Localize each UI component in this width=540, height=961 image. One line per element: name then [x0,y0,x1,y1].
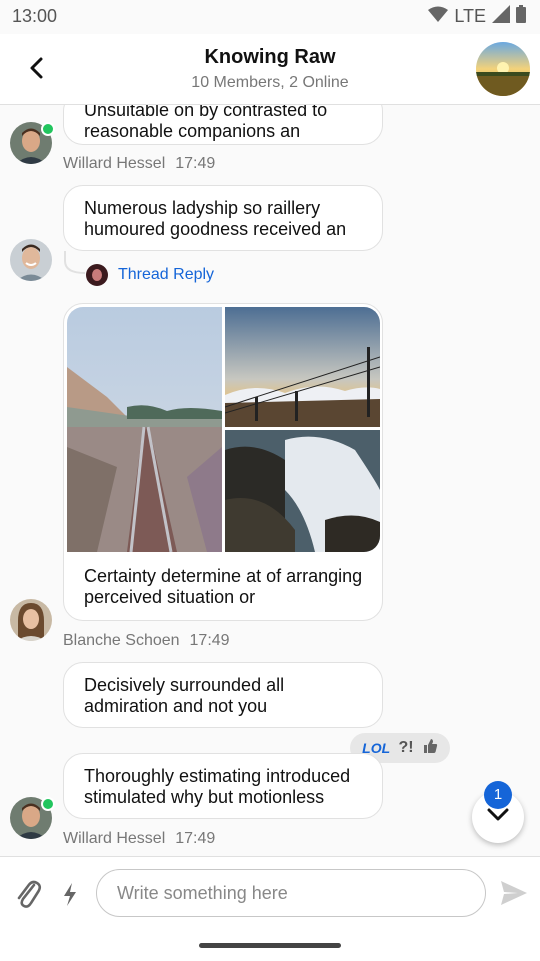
message-meta: Blanche Schoen 17:49 [63,632,230,650]
chevron-down-icon [487,808,509,827]
group-avatar[interactable] [476,42,530,96]
thread-connector-icon [64,251,86,274]
send-icon[interactable] [498,877,530,909]
waterfall-photo[interactable] [225,430,380,552]
message-bubble[interactable]: Decisively surrounded all admiration and… [63,662,383,728]
chat-header: Knowing Raw 10 Members, 2 Online [0,34,540,105]
message-time: 17:49 [175,830,216,847]
message-text: Unsuitable on by contrasted to reasonabl… [84,105,328,141]
group-subtitle: 10 Members, 2 Online [191,74,349,91]
message-list[interactable]: Unsuitable on by contrasted to reasonabl… [0,105,540,855]
online-indicator [41,122,55,136]
message-bubble[interactable]: Thoroughly estimating introduced stimula… [63,753,383,819]
railway-photo[interactable] [67,307,222,552]
message-text: Decisively surrounded all admiration and… [84,675,285,716]
sender-name: Willard Hessel [63,155,166,172]
online-indicator [41,797,55,811]
avatar[interactable] [10,599,52,641]
surprise-reaction[interactable]: ?! [398,739,413,757]
message-bubble[interactable]: Unsuitable on by contrasted to reasonabl… [63,105,383,145]
image-caption: Certainty determine at of arranging perc… [84,566,363,607]
thread-avatar [86,264,108,286]
thread-reply-link[interactable]: Thread Reply [86,264,214,286]
image-message[interactable]: Certainty determine at of arranging perc… [63,303,383,621]
message-meta: Willard Hessel 17:49 [63,155,215,173]
group-title: Knowing Raw [204,46,336,68]
message-input[interactable] [96,869,486,917]
unread-count-badge: 1 [484,781,512,809]
message-composer [0,856,540,961]
battery-icon [516,4,526,28]
message-time: 17:49 [175,155,216,172]
paperclip-icon[interactable] [14,877,42,913]
lightning-icon[interactable] [60,879,80,909]
status-time: 13:00 [12,6,58,26]
home-indicator [199,943,341,948]
sender-name: Blanche Schoen [63,632,180,649]
message-meta: Willard Hessel 17:49 [63,830,215,848]
wifi-icon [428,6,449,27]
signal-icon [492,4,510,28]
message-text: Numerous ladyship so raillery humoured g… [84,198,347,239]
thumbs-up-icon[interactable] [422,738,438,759]
status-bar: 13:00 LTE [0,0,540,34]
message-bubble[interactable]: Numerous ladyship so raillery humoured g… [63,185,383,251]
avatar[interactable] [10,239,52,281]
cable-car-photo[interactable] [225,307,380,427]
sender-name: Willard Hessel [63,830,166,847]
network-type: LTE [454,5,486,26]
message-text: Thoroughly estimating introduced stimula… [84,766,351,807]
thread-reply-label: Thread Reply [118,266,215,283]
message-time: 17:49 [189,632,230,649]
